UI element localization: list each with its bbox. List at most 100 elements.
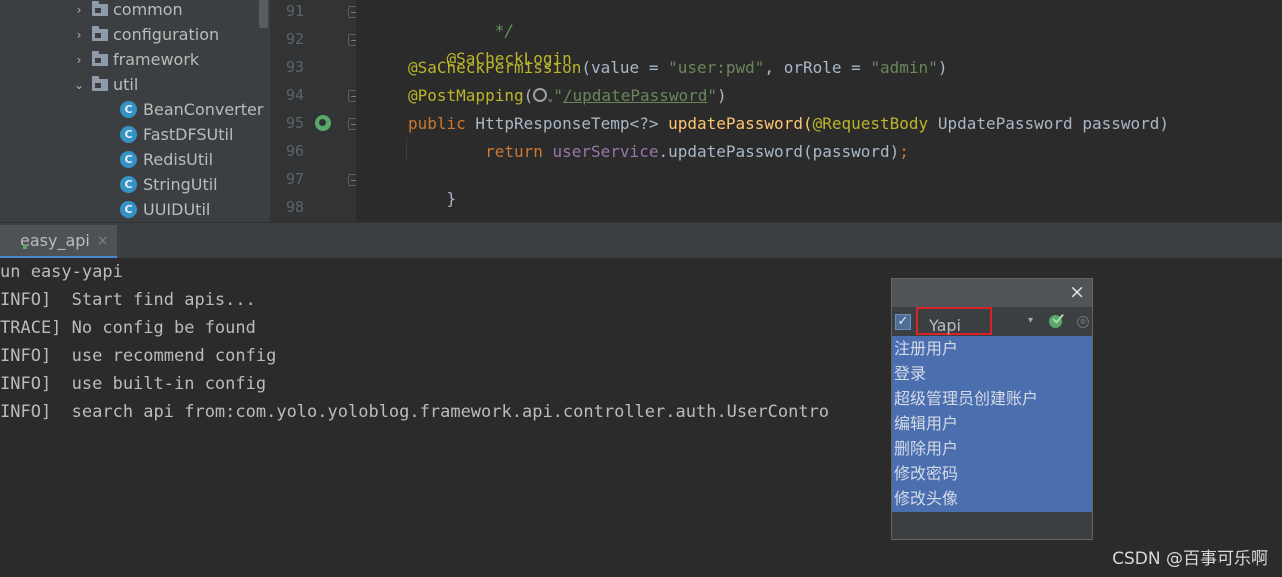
code-token: HttpResponseTemp<?> — [465, 114, 669, 133]
tab-easy-api[interactable]: easy_api × — [0, 225, 117, 259]
chevron-right-icon[interactable]: › — [72, 28, 86, 42]
code-token: .updatePassword(password) — [658, 142, 900, 161]
tree-folder-common[interactable]: › common — [72, 0, 183, 22]
chevron-right-icon[interactable]: › — [72, 53, 86, 67]
code-token: ) — [937, 58, 948, 77]
class-icon: C — [120, 201, 137, 218]
api-list-item[interactable]: 修改密码 — [892, 461, 1092, 486]
line-number: 94 — [286, 86, 305, 104]
code-token: , orRole = — [764, 58, 871, 77]
api-list-item[interactable]: 超级管理员创建账户 — [892, 386, 1092, 411]
code-token: ( — [802, 114, 813, 133]
method-name-token: updatePassword — [668, 114, 803, 133]
line-number: 98 — [286, 198, 305, 216]
api-list-item[interactable]: 登录 — [892, 361, 1092, 386]
popup-toolbar: ✓ Yapi ▾ ⊗ — [892, 307, 1092, 335]
tab-label: easy_api — [20, 231, 90, 250]
tree-class-fastdfsutil[interactable]: C FastDFSUtil — [120, 122, 233, 147]
popup-header[interactable]: × — [892, 279, 1092, 307]
annotation-token: @SaCheckPermission — [408, 58, 582, 77]
tree-item-label: configuration — [113, 25, 220, 44]
tree-item-label: common — [113, 0, 183, 19]
api-list-item[interactable]: 注册用户 — [892, 336, 1092, 361]
field-token: userService — [542, 142, 659, 161]
code-token: ; — [899, 142, 909, 161]
code-token: ) — [717, 86, 727, 105]
close-icon[interactable]: × — [1069, 281, 1085, 303]
annotation-token: @PostMapping — [408, 86, 524, 105]
console-line: INFO] Start find apis... — [0, 290, 256, 310]
code-line-97: } — [408, 170, 457, 222]
class-icon: C — [120, 126, 137, 143]
api-list-item[interactable]: 修改头像 — [892, 486, 1092, 511]
console-line: un easy-yapi — [0, 262, 123, 282]
code-token: ( — [523, 86, 534, 105]
endpoint-path-link[interactable]: /updatePassword — [563, 86, 708, 105]
tree-item-label: RedisUtil — [143, 150, 214, 169]
api-list: 注册用户 登录 超级管理员创建账户 编辑用户 删除用户 修改密码 修改头像 — [892, 336, 1092, 512]
tree-class-redisutil[interactable]: C RedisUtil — [120, 147, 213, 172]
keyword-token: public — [408, 114, 466, 133]
channel-select[interactable]: Yapi — [916, 307, 992, 335]
folder-icon — [92, 50, 108, 66]
tree-item-label: util — [113, 75, 139, 94]
editor-gutter: 91 92 93 94 95 96 97 98 — [270, 0, 359, 222]
code-editor[interactable]: */ @SaCheckLogin @SaCheckPermission(valu… — [356, 0, 1282, 222]
code-line-94: @PostMapping(⌄"/updatePassword") — [408, 86, 727, 105]
dropdown-arrow-icon[interactable]: ▾ — [1028, 315, 1033, 326]
globe-icon[interactable] — [533, 88, 548, 102]
string-token: "user:pwd" — [668, 58, 765, 77]
class-icon: C — [120, 151, 137, 168]
cancel-icon[interactable]: ⊗ — [1077, 316, 1089, 328]
folder-icon — [92, 75, 108, 91]
line-number: 95 — [286, 114, 305, 132]
tree-item-label: BeanConverter — [143, 100, 264, 119]
line-number: 93 — [286, 58, 305, 76]
line-number: 97 — [286, 170, 305, 188]
tree-folder-framework[interactable]: › framework — [72, 47, 200, 72]
class-icon: C — [120, 101, 137, 118]
class-icon: C — [120, 176, 137, 193]
tree-item-label: StringUtil — [143, 175, 218, 194]
tree-item-label: UUIDUtil — [143, 200, 211, 219]
tree-item-label: framework — [113, 50, 200, 69]
tree-folder-configuration[interactable]: › configuration — [72, 22, 220, 47]
api-list-item[interactable]: 编辑用户 — [892, 411, 1092, 436]
line-number: 96 — [286, 142, 305, 160]
tree-class-stringutil[interactable]: C StringUtil — [120, 172, 218, 197]
indent-guide — [406, 138, 407, 162]
api-list-item[interactable]: 删除用户 — [892, 436, 1092, 461]
console-line: INFO] use built-in config — [0, 374, 267, 394]
code-line-93: @SaCheckPermission(value = "user:pwd", o… — [408, 58, 947, 77]
tree-folder-util[interactable]: ⌄ util — [72, 72, 138, 97]
code-token: UpdatePassword password) — [928, 114, 1179, 133]
string-token: " — [707, 86, 718, 105]
watermark: CSDN @百事可乐啊 — [1112, 549, 1268, 569]
chevron-right-icon[interactable]: › — [72, 3, 86, 17]
console-line: INFO] use recommend config — [0, 346, 277, 366]
folder-icon — [92, 25, 108, 41]
code-token: } — [446, 189, 457, 208]
code-line-95: public HttpResponseTemp<?> updatePasswor… — [408, 114, 1179, 133]
console-line: TRACE] No config be found — [0, 318, 256, 338]
running-indicator-icon — [23, 245, 27, 249]
annotation-token: @RequestBody — [812, 114, 929, 133]
tree-class-uuidutil[interactable]: C UUIDUtil — [120, 197, 210, 222]
tree-class-beanconverter[interactable]: C BeanConverter — [120, 97, 263, 122]
close-icon[interactable]: × — [97, 233, 109, 249]
popup-footer — [892, 512, 1092, 539]
select-all-checkbox[interactable]: ✓ — [895, 314, 911, 330]
keyword-token: return — [485, 142, 543, 161]
chevron-down-icon[interactable]: ⌄ — [72, 78, 86, 92]
code-line-96: return userService.updatePassword(passwo… — [408, 142, 909, 161]
line-number: 91 — [286, 2, 305, 20]
run-tab-bar: easy_api × — [0, 222, 1282, 259]
spring-bean-icon[interactable] — [315, 115, 331, 131]
string-token: " — [553, 86, 563, 105]
confirm-icon[interactable] — [1049, 315, 1062, 328]
console-line: INFO] search api from:com.yolo.yoloblog.… — [0, 402, 830, 422]
tree-scrollbar[interactable] — [259, 0, 268, 28]
api-export-popup: × ✓ Yapi ▾ ⊗ 注册用户 登录 超级管理员创建账户 编辑用户 删除用户… — [891, 278, 1093, 540]
folder-icon — [92, 0, 108, 16]
